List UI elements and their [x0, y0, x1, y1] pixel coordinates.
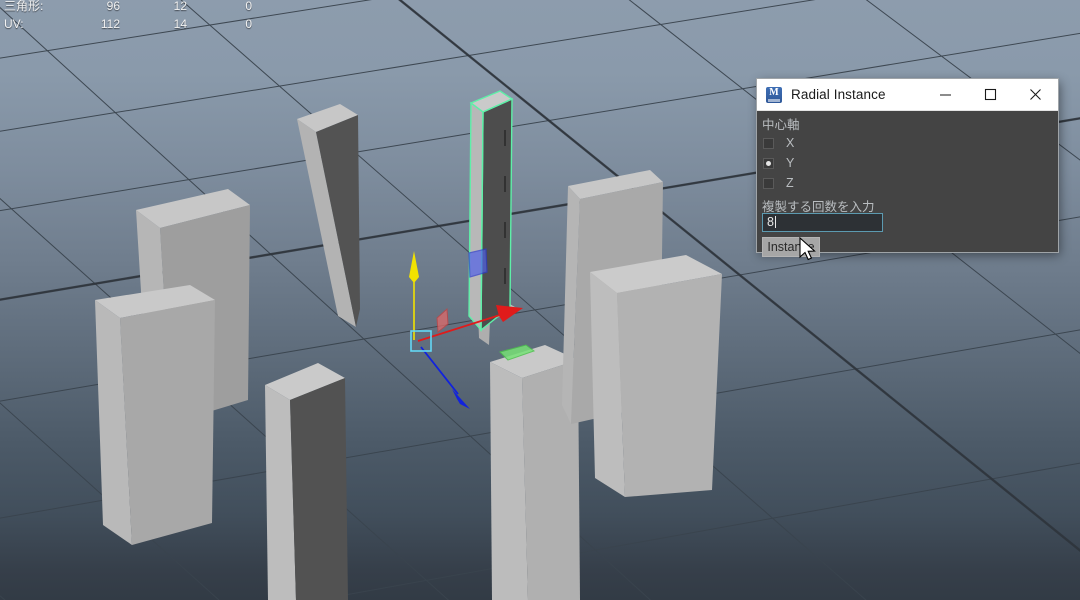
- maximize-icon: [984, 88, 997, 101]
- close-button[interactable]: [1013, 80, 1058, 110]
- axis-group-label: 中心軸: [762, 118, 800, 132]
- manipulator-xy-plane-handle[interactable]: [468, 248, 488, 278]
- radio-indicator-y[interactable]: [763, 157, 774, 169]
- close-icon: [1030, 89, 1041, 100]
- radio-indicator-z[interactable]: [763, 177, 774, 189]
- radio-label-x: X: [786, 136, 795, 150]
- radio-option-z[interactable]: Z: [763, 173, 794, 193]
- dialog-titlebar[interactable]: M Radial Instance: [757, 79, 1058, 111]
- radio-option-x[interactable]: X: [763, 133, 794, 153]
- maximize-button[interactable]: [968, 80, 1013, 110]
- instanced-boxes[interactable]: [95, 104, 722, 600]
- manipulator-y-axis[interactable]: [409, 251, 419, 340]
- radio-option-y[interactable]: Y: [763, 153, 794, 173]
- count-input-value: 8: [767, 215, 774, 229]
- box-instance: [95, 285, 215, 545]
- dialog-title: Radial Instance: [791, 87, 886, 102]
- maya-m-icon: M: [766, 86, 782, 103]
- count-input[interactable]: 8: [762, 213, 883, 232]
- box-instance: [297, 104, 360, 327]
- radial-instance-dialog[interactable]: M Radial Instance 中心軸 X Y Z 複製する回数を入力 8 …: [757, 79, 1058, 257]
- manipulator-z-axis[interactable]: [420, 346, 470, 409]
- box-instance: [590, 255, 722, 497]
- radio-label-y: Y: [786, 156, 795, 170]
- selected-mesh[interactable]: [468, 90, 514, 332]
- minimize-icon: [940, 94, 951, 96]
- radio-label-z: Z: [786, 176, 794, 190]
- radio-indicator-x[interactable]: [763, 137, 774, 149]
- box-instance: [265, 363, 348, 600]
- instance-button[interactable]: Instance: [762, 237, 820, 257]
- text-caret: [774, 216, 776, 228]
- minimize-button[interactable]: [923, 80, 968, 110]
- dialog-body: 中心軸 X Y Z 複製する回数を入力 8 Instance: [757, 111, 1058, 257]
